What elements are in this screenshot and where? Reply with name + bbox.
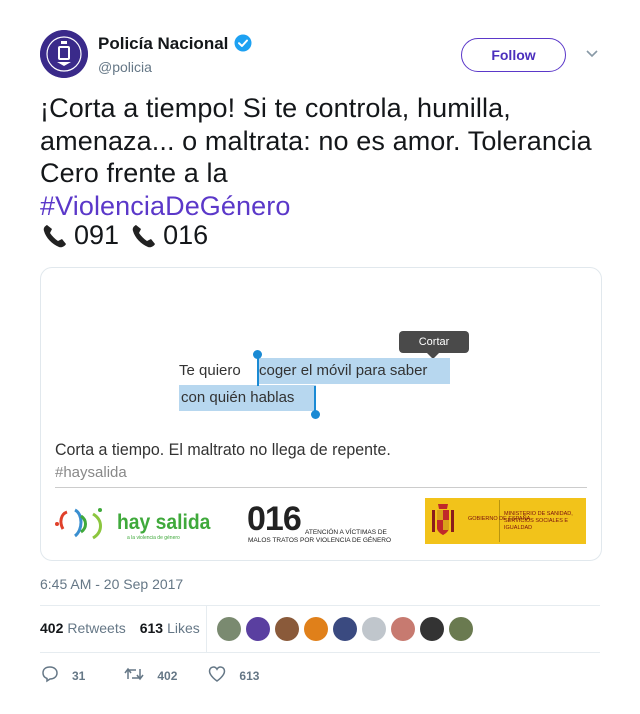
hashtag-link[interactable]: #ViolenciaDeGénero — [40, 191, 290, 221]
hay-salida-logo-icon — [53, 502, 113, 546]
phone-icon — [129, 221, 159, 251]
liker-avatar[interactable] — [333, 617, 357, 641]
like-count: 613 — [239, 668, 260, 683]
retweet-button[interactable]: 402 — [123, 664, 177, 687]
logo-016-desc: ATENCIÓN A VÍCTIMAS DE — [305, 529, 387, 536]
liker-avatar[interactable] — [449, 617, 473, 641]
demo-text-selected: coger el móvil para saber — [259, 362, 428, 379]
ministry-text: MINISTERIO DE SANIDAD, SERVICIOS SOCIALE… — [504, 511, 573, 531]
author-handle[interactable]: @policia — [98, 59, 152, 75]
likes-label[interactable]: Likes — [167, 620, 200, 636]
logo-016-desc: MALOS TRATOS POR VIOLENCIA DE GÉNERO — [248, 537, 392, 544]
like-button[interactable]: 613 — [207, 664, 259, 687]
verified-badge-icon — [234, 34, 252, 52]
reply-button[interactable]: 31 — [40, 664, 85, 687]
selection-handle-start-dot — [253, 350, 262, 359]
tweet-actions: 31 402 613 — [40, 664, 285, 687]
logo-016: 016 — [247, 500, 302, 538]
selection-handle-end-dot — [311, 410, 320, 419]
author-avatar[interactable] — [40, 30, 88, 78]
hay-salida-subtext: a la violencia de género — [127, 535, 180, 541]
selection-handle-start — [257, 356, 259, 386]
author-name[interactable]: Policía Nacional — [98, 34, 228, 54]
phone-icon — [40, 221, 70, 251]
retweets-count[interactable]: 402 — [40, 620, 63, 636]
card-divider — [55, 487, 587, 488]
tweet-body: ¡Corta a tiempo! Si te controla, humilla… — [40, 93, 592, 188]
follow-button[interactable]: Follow — [461, 38, 566, 72]
reply-count: 31 — [72, 668, 86, 683]
media-card[interactable]: Cortar Te quiero coger el móvil para sab… — [40, 267, 602, 561]
reply-icon — [40, 664, 72, 687]
tweet-stats: 402 Retweets 613 Likes — [40, 620, 200, 636]
demo-text-plain: Te quiero — [179, 362, 241, 379]
divider — [40, 652, 600, 653]
liker-avatar[interactable] — [391, 617, 415, 641]
divider — [40, 605, 600, 606]
chevron-down-icon[interactable] — [585, 46, 599, 60]
retweet-icon — [123, 664, 157, 687]
liker-avatars — [217, 617, 478, 641]
tweet-timestamp[interactable]: 6:45 AM - 20 Sep 2017 — [40, 576, 183, 592]
phone-091: 091 — [74, 220, 120, 250]
stats-separator — [206, 606, 207, 652]
tweet-header: Policía Nacional @policia Follow — [40, 30, 600, 82]
hay-salida-text: hay salida — [117, 511, 211, 534]
retweets-label[interactable]: Retweets — [67, 620, 125, 636]
phone-numbers: 091 016 — [40, 220, 208, 251]
liker-avatar[interactable] — [217, 617, 241, 641]
cut-tooltip: Cortar — [399, 331, 469, 353]
selection-handle-end — [314, 386, 316, 413]
heart-icon — [207, 664, 239, 687]
media-caption: Corta a tiempo. El maltrato no llega de … — [55, 440, 391, 459]
phone-016: 016 — [163, 220, 209, 250]
liker-avatar[interactable] — [275, 617, 299, 641]
liker-avatar[interactable] — [362, 617, 386, 641]
tweet-text: ¡Corta a tiempo! Si te controla, humilla… — [40, 92, 600, 222]
liker-avatar[interactable] — [420, 617, 444, 641]
media-caption-tag: #haysalida — [55, 464, 127, 481]
spain-crest-icon — [431, 502, 455, 540]
retweet-count: 402 — [157, 668, 178, 683]
liker-avatar[interactable] — [246, 617, 270, 641]
demo-text-selected: con quién hablas — [181, 389, 295, 406]
likes-count[interactable]: 613 — [140, 620, 163, 636]
liker-avatar[interactable] — [304, 617, 328, 641]
